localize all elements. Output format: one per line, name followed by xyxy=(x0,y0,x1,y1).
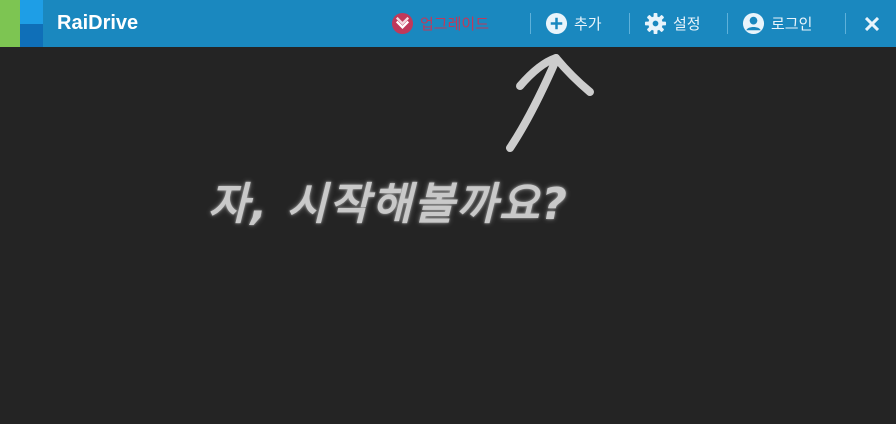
pointer-arrow-icon xyxy=(506,54,594,152)
upgrade-label: 업그레이드 xyxy=(420,15,490,33)
raidrive-window: RaiDrive 업그레이드 추가 설정 로그인 자, 시작해볼까요? xyxy=(0,0,896,424)
upgrade-icon xyxy=(391,12,414,35)
login-label: 로그인 xyxy=(771,15,813,33)
separator xyxy=(727,13,728,34)
login-button[interactable]: 로그인 xyxy=(742,0,812,47)
add-label: 추가 xyxy=(574,15,602,33)
user-icon xyxy=(742,12,765,35)
separator xyxy=(845,13,846,34)
separator xyxy=(530,13,531,34)
close-button[interactable] xyxy=(860,0,884,47)
close-icon xyxy=(865,16,879,31)
upgrade-button[interactable]: 업그레이드 xyxy=(391,0,489,47)
gear-icon xyxy=(644,12,667,35)
settings-label: 설정 xyxy=(673,15,701,33)
get-started-prompt: 자, 시작해볼까요? xyxy=(208,179,569,230)
app-title: RaiDrive xyxy=(57,12,139,34)
settings-button[interactable]: 설정 xyxy=(644,0,701,47)
add-circle-icon xyxy=(545,12,568,35)
separator xyxy=(629,13,630,34)
title-bar[interactable]: RaiDrive 업그레이드 추가 설정 로그인 xyxy=(0,0,896,47)
add-button[interactable]: 추가 xyxy=(545,0,602,47)
raidrive-logo xyxy=(0,0,43,47)
